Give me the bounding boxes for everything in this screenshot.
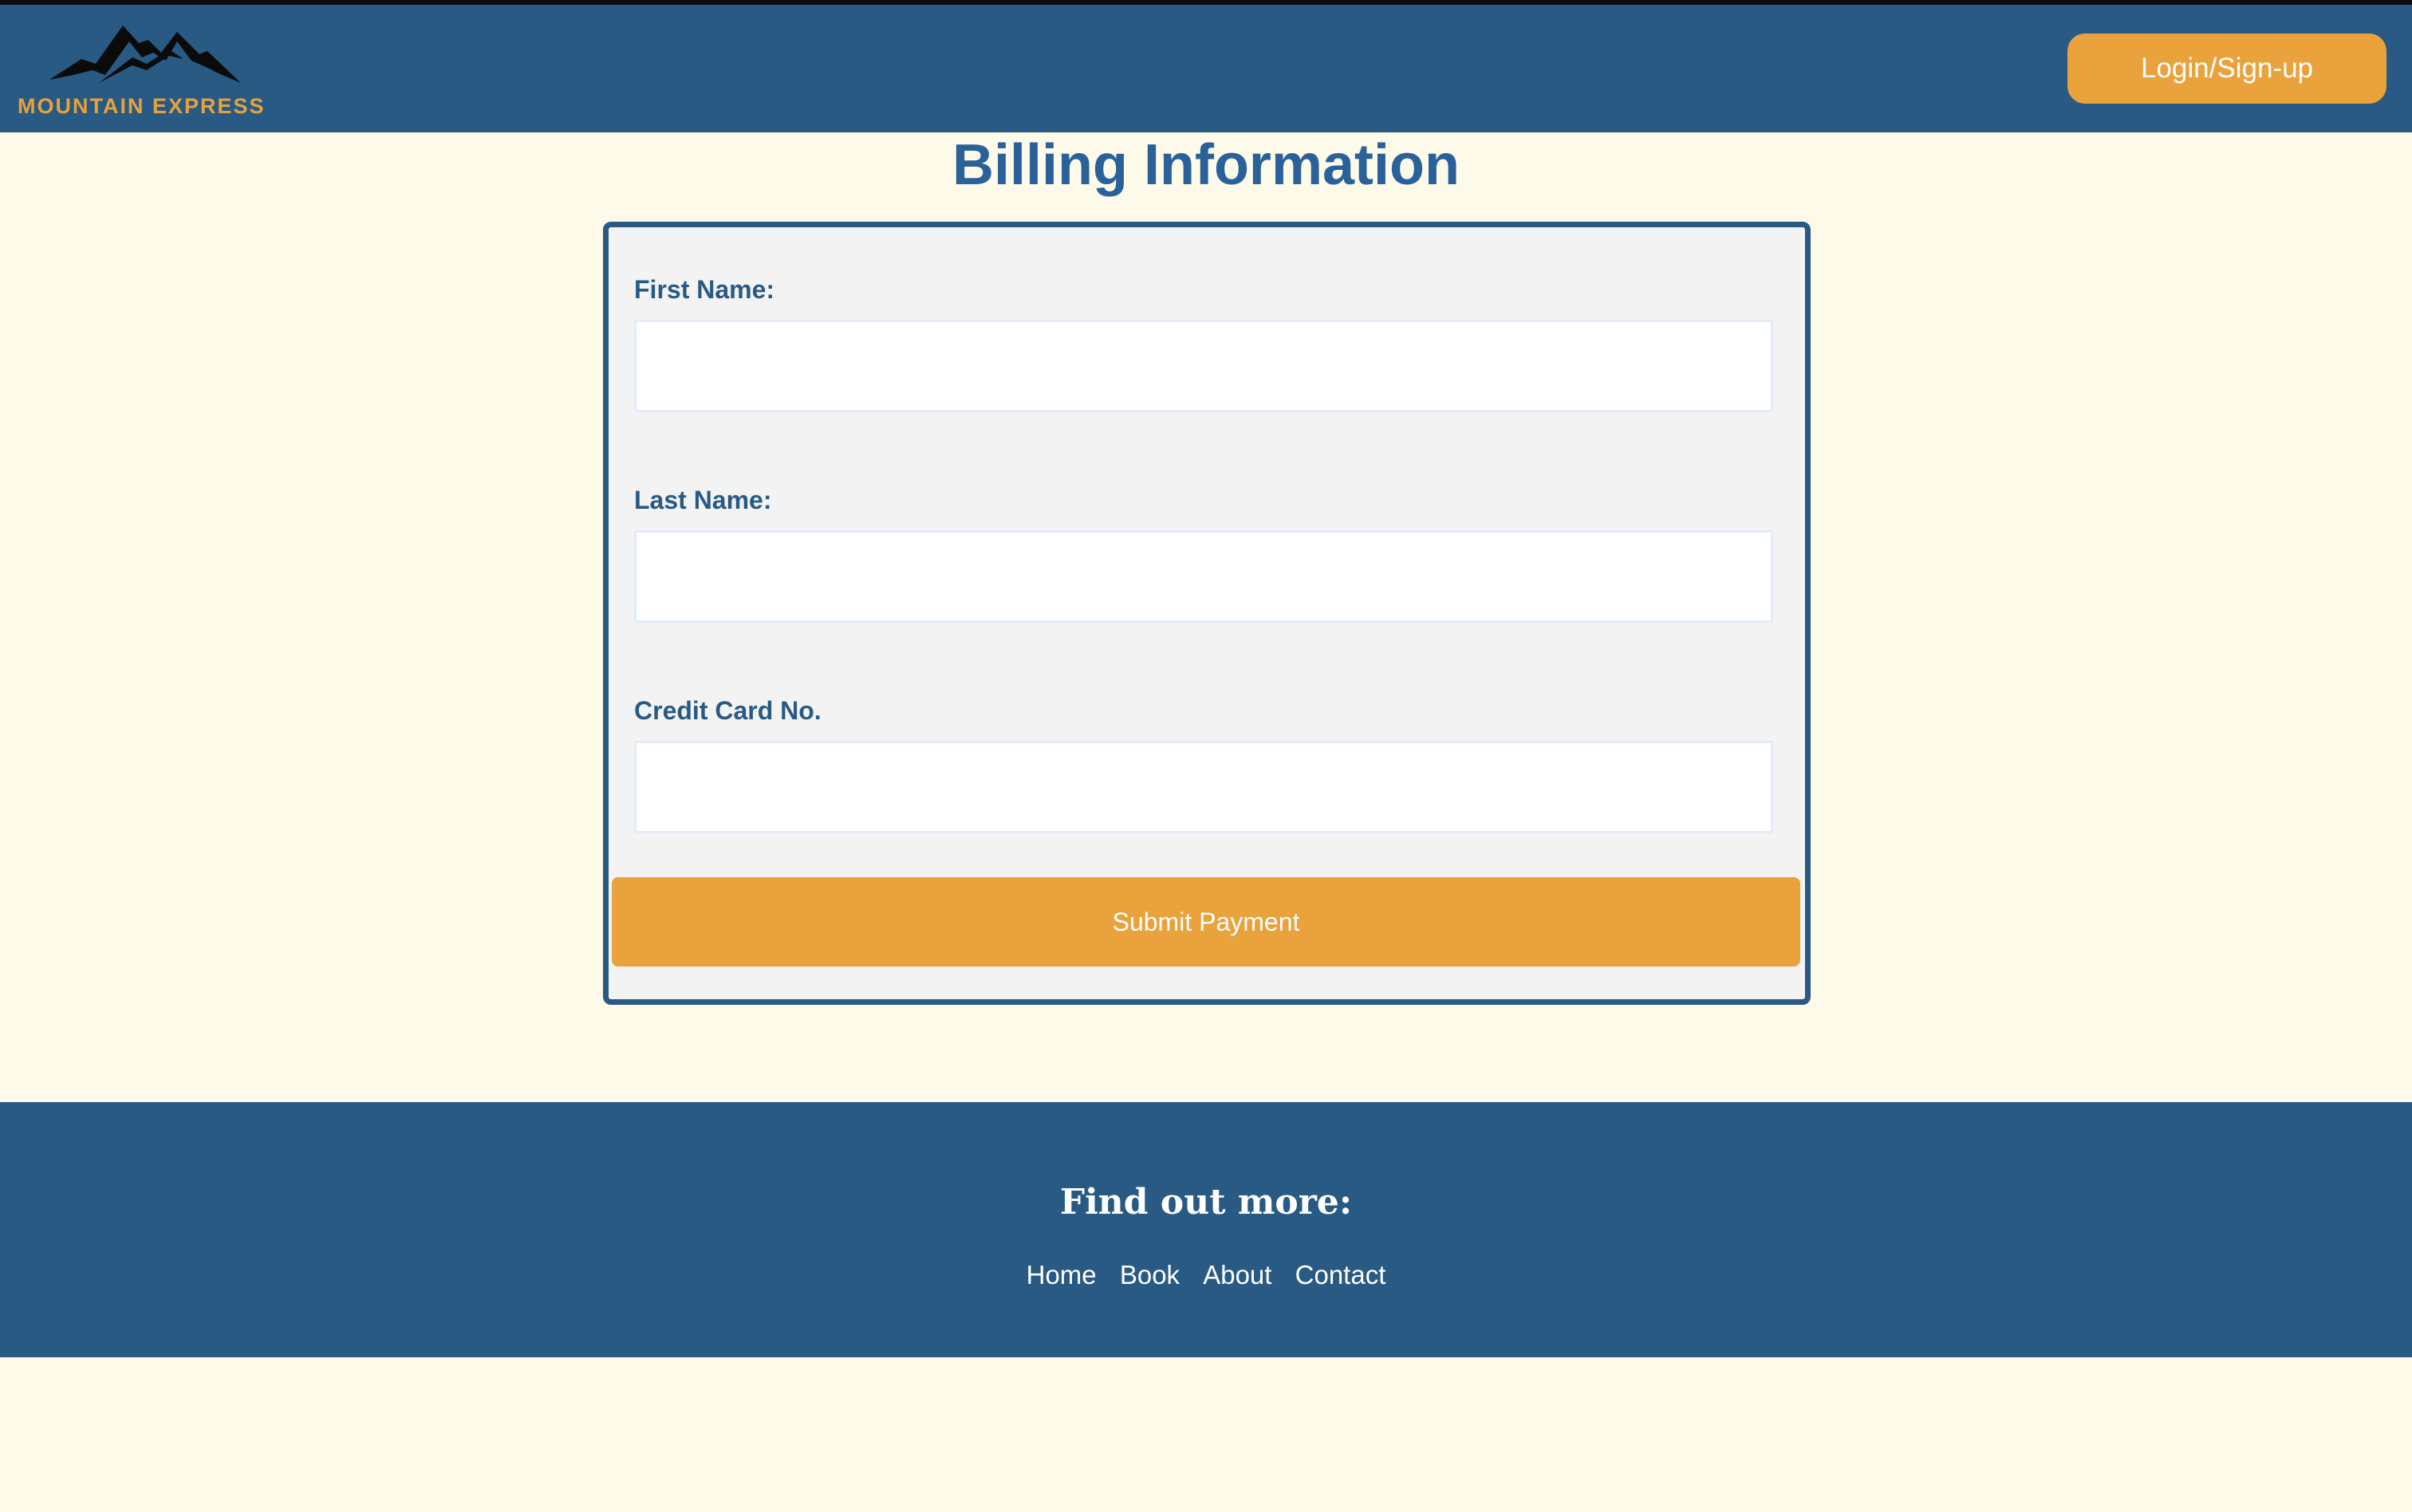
submit-payment-button[interactable]: Submit Payment xyxy=(612,877,1800,967)
footer-heading: Find out more: xyxy=(1059,1182,1353,1223)
site-footer: Find out more: Home Book About Contact xyxy=(0,1102,2412,1357)
site-header: MOUNTAIN EXPRESS Login/Sign-up xyxy=(0,5,2412,132)
last-name-label: Last Name: xyxy=(634,486,772,514)
brand-logo[interactable]: MOUNTAIN EXPRESS xyxy=(18,21,281,124)
footer-nav: Home Book About Contact xyxy=(0,1260,2412,1290)
billing-form: First Name: Last Name: Credit Card No. S… xyxy=(603,222,1811,1005)
footer-link-contact[interactable]: Contact xyxy=(1295,1260,1386,1290)
brand-name: MOUNTAIN EXPRESS xyxy=(18,94,266,118)
mountain-logo-icon xyxy=(49,26,241,83)
login-signup-button[interactable]: Login/Sign-up xyxy=(2067,33,2386,104)
page-title: Billing Information xyxy=(952,133,1460,197)
footer-link-book[interactable]: Book xyxy=(1120,1260,1180,1290)
first-name-label: First Name: xyxy=(634,275,775,304)
footer-link-home[interactable]: Home xyxy=(1027,1260,1097,1290)
footer-link-about[interactable]: About xyxy=(1203,1260,1271,1290)
credit-card-input[interactable] xyxy=(634,741,1773,833)
first-name-input[interactable] xyxy=(634,320,1773,412)
credit-card-label: Credit Card No. xyxy=(634,696,822,725)
last-name-input[interactable] xyxy=(634,530,1773,623)
